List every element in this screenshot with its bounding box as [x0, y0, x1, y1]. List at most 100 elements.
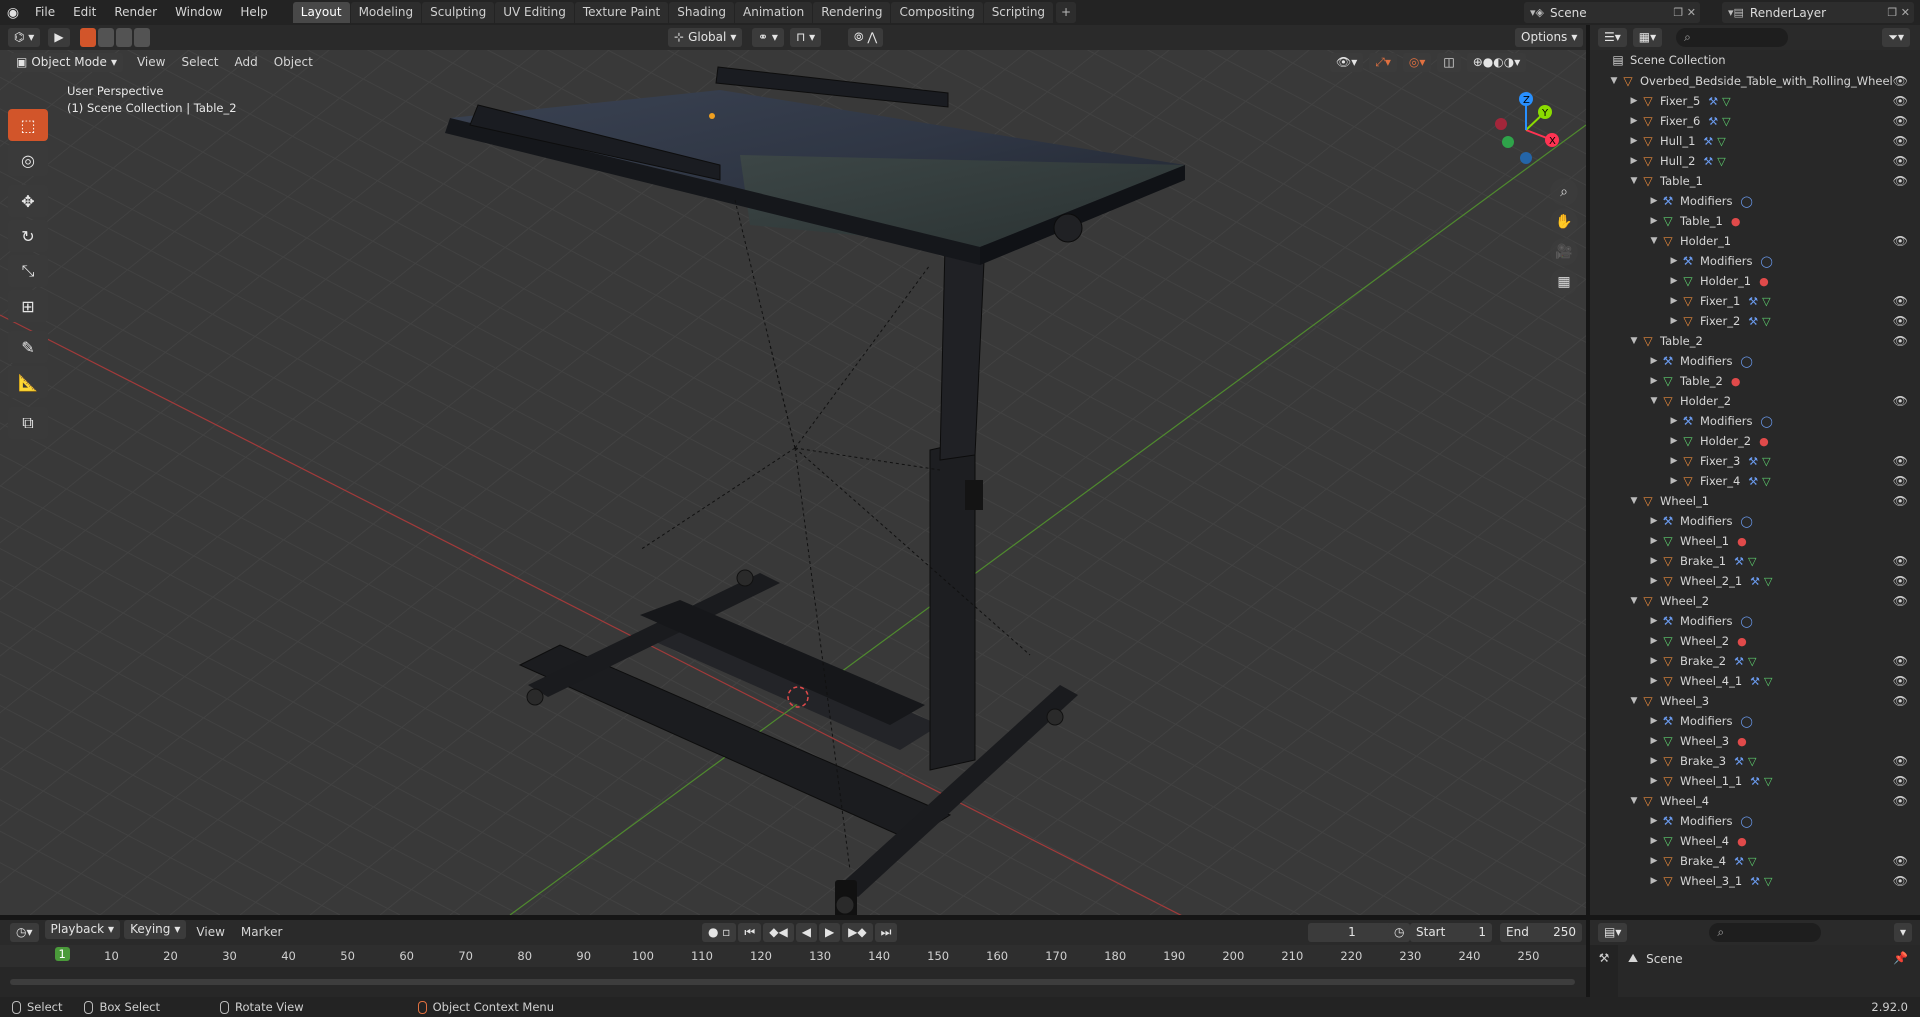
modifier-icon[interactable]: ◯ — [1761, 255, 1773, 268]
pan-hand-icon[interactable]: ✋ — [1550, 208, 1578, 236]
timeline-editor-type-button[interactable]: ◷▾ — [10, 923, 39, 942]
gizmo-toggle-icon[interactable]: ⤢▾ — [1369, 53, 1397, 72]
material-icon[interactable]: ● — [1737, 635, 1747, 648]
tool-settings-icon[interactable]: ⚒ — [1599, 951, 1610, 999]
filter-icon[interactable]: ⏷▾ — [1882, 28, 1910, 47]
outliner-row[interactable]: ▶ ▽ Table_1 ● — [1590, 211, 1920, 231]
tab-texture-paint[interactable]: Texture Paint — [574, 2, 669, 23]
modifier-wrench-icon[interactable]: ⚒ — [1734, 655, 1744, 668]
modifier-wrench-icon[interactable]: ⚒ — [1750, 675, 1760, 688]
outliner-row[interactable]: ▼ ▽ Wheel_3 👁 — [1590, 691, 1920, 711]
proportional-edit-toggle[interactable]: ⦾ ⋀ — [848, 28, 884, 47]
outliner-row[interactable]: ▶ ▽ Wheel_2 ● — [1590, 631, 1920, 651]
modifier-wrench-icon[interactable]: ⚒ — [1750, 575, 1760, 588]
timeline-menu-playback[interactable]: Playback ▾ — [44, 920, 121, 939]
shading-modes-icon[interactable]: ⊕●◐◑▾ — [1466, 53, 1527, 72]
collapsed-arrow-icon[interactable]: ▶ — [1668, 416, 1680, 426]
visibility-eye-icon[interactable]: 👁 — [1893, 494, 1908, 508]
snap-toggle[interactable]: ⊓ ▾ — [790, 28, 822, 47]
modifier-icon[interactable]: ◯ — [1741, 195, 1753, 208]
modifier-wrench-icon[interactable]: ⚒ — [1748, 295, 1758, 308]
collapsed-arrow-icon[interactable]: ▶ — [1648, 536, 1660, 546]
mesh-data-icon[interactable]: ▽ — [1722, 115, 1730, 128]
pivot-point-dropdown[interactable]: ⚭ ▾ — [752, 28, 784, 47]
collapsed-arrow-icon[interactable]: ▶ — [1628, 156, 1640, 166]
frame-ruler[interactable]: 1 10 20 30 40 50 60 70 80 90 100 110 120 130 140 150 160… — [0, 945, 1586, 967]
collapsed-arrow-icon[interactable]: ▶ — [1648, 816, 1660, 826]
outliner-row[interactable]: ▼ ▽ Holder_2 👁 — [1590, 391, 1920, 411]
navigation-gizmo[interactable]: X Y Z — [1486, 90, 1566, 170]
collapsed-arrow-icon[interactable]: ▶ — [1648, 656, 1660, 666]
collapsed-arrow-icon[interactable]: ▶ — [1648, 196, 1660, 206]
visibility-eye-icon[interactable]: 👁 — [1893, 314, 1908, 328]
timeline-scrollbar[interactable] — [10, 979, 1575, 985]
viewport-menu-add[interactable]: Add — [226, 50, 265, 75]
collapsed-arrow-icon[interactable]: ▶ — [1648, 716, 1660, 726]
outliner-row[interactable]: ▶ ▽ Wheel_3 ● — [1590, 731, 1920, 751]
menu-window[interactable]: Window — [166, 0, 231, 25]
expanded-arrow-icon[interactable]: ▼ — [1648, 396, 1660, 406]
visibility-eye-icon[interactable]: 👁 — [1893, 114, 1908, 128]
mesh-data-icon[interactable]: ▽ — [1748, 655, 1756, 668]
cursor-tool[interactable]: ◎ — [8, 144, 48, 176]
add-cube-tool[interactable]: ⧉ — [8, 407, 48, 439]
viewport-menu-view[interactable]: View — [129, 50, 173, 75]
outliner-row[interactable]: ▶ ⚒ Modifiers ◯ — [1590, 351, 1920, 371]
collapsed-arrow-icon[interactable]: ▶ — [1648, 756, 1660, 766]
next-keyframe-icon[interactable]: ▶◆ — [842, 923, 873, 942]
menu-help[interactable]: Help — [231, 0, 276, 25]
options-dropdown[interactable]: Options ▾ — [1515, 28, 1584, 47]
collapsed-arrow-icon[interactable]: ▶ — [1668, 476, 1680, 486]
modifier-icon[interactable]: ◯ — [1741, 355, 1753, 368]
modifier-wrench-icon[interactable]: ⚒ — [1748, 475, 1758, 488]
outliner-row[interactable]: ▶ ▽ Brake_2 ⚒ ▽ 👁 — [1590, 651, 1920, 671]
timeline-body[interactable] — [0, 967, 1586, 999]
modifier-wrench-icon[interactable]: ⚒ — [1750, 775, 1760, 788]
collapsed-arrow-icon[interactable]: ▶ — [1648, 576, 1660, 586]
collapsed-arrow-icon[interactable]: ▶ — [1648, 776, 1660, 786]
display-mode-dropdown[interactable]: ▦▾ — [1632, 28, 1663, 47]
outliner-row[interactable]: ▶ ⚒ Modifiers ◯ — [1590, 711, 1920, 731]
tab-shading[interactable]: Shading — [669, 2, 734, 23]
menu-file[interactable]: File — [26, 0, 64, 25]
visibility-eye-icon[interactable]: 👁 — [1893, 234, 1908, 248]
material-icon[interactable]: ● — [1737, 835, 1747, 848]
visibility-eye-icon[interactable]: 👁 — [1893, 574, 1908, 588]
outliner-row[interactable]: ▶ ⚒ Modifiers ◯ — [1590, 511, 1920, 531]
pin-icon[interactable]: 📌 — [1893, 951, 1908, 965]
mesh-data-icon[interactable]: ▽ — [1764, 675, 1772, 688]
visibility-eye-icon[interactable]: 👁 — [1893, 474, 1908, 488]
modifier-icon[interactable]: ◯ — [1741, 615, 1753, 628]
mesh-data-icon[interactable]: ▽ — [1722, 95, 1730, 108]
collapsed-arrow-icon[interactable]: ▶ — [1628, 96, 1640, 106]
modifier-icon[interactable]: ◯ — [1741, 715, 1753, 728]
modifier-wrench-icon[interactable]: ⚒ — [1734, 855, 1744, 868]
modifier-wrench-icon[interactable]: ⚒ — [1734, 755, 1744, 768]
modifier-wrench-icon[interactable]: ⚒ — [1748, 455, 1758, 468]
modifier-icon[interactable]: ◯ — [1741, 815, 1753, 828]
move-tool[interactable]: ✥ — [8, 185, 48, 217]
material-icon[interactable]: ● — [1759, 275, 1769, 288]
outliner-row[interactable]: ▶ ▽ Fixer_4 ⚒ ▽ 👁 — [1590, 471, 1920, 491]
mesh-data-icon[interactable]: ▽ — [1762, 315, 1770, 328]
overlay-toggle-icon[interactable]: ◎▾ — [1402, 53, 1432, 72]
collapsed-arrow-icon[interactable]: ▶ — [1648, 636, 1660, 646]
mesh-data-icon[interactable]: ▽ — [1717, 135, 1725, 148]
select-box-tool[interactable]: ⬚ — [8, 109, 48, 141]
outliner-row[interactable]: ▶ ⚒ Modifiers ◯ — [1590, 611, 1920, 631]
mesh-data-icon[interactable]: ▽ — [1748, 855, 1756, 868]
modifier-icon[interactable]: ◯ — [1741, 515, 1753, 528]
outliner-row[interactable]: ▶ ⚒ Modifiers ◯ — [1590, 251, 1920, 271]
menu-edit[interactable]: Edit — [64, 0, 105, 25]
measure-tool[interactable]: 📐 — [8, 366, 48, 398]
expanded-arrow-icon[interactable]: ▼ — [1628, 596, 1640, 606]
properties-editor-type-button[interactable]: ▤▾ — [1598, 923, 1628, 942]
mesh-data-icon[interactable]: ▽ — [1764, 875, 1772, 888]
expanded-arrow-icon[interactable]: ▼ — [1648, 236, 1660, 246]
transform-tool[interactable]: ⊞ — [8, 290, 48, 322]
outliner-row[interactable]: ▶ ▽ Holder_1 ● — [1590, 271, 1920, 291]
collapsed-arrow-icon[interactable]: ▶ — [1648, 876, 1660, 886]
scene-collection-row[interactable]: ▤ Scene Collection — [1590, 50, 1920, 70]
visibility-eye-icon[interactable]: 👁 — [1893, 154, 1908, 168]
modifier-wrench-icon[interactable]: ⚒ — [1708, 115, 1718, 128]
